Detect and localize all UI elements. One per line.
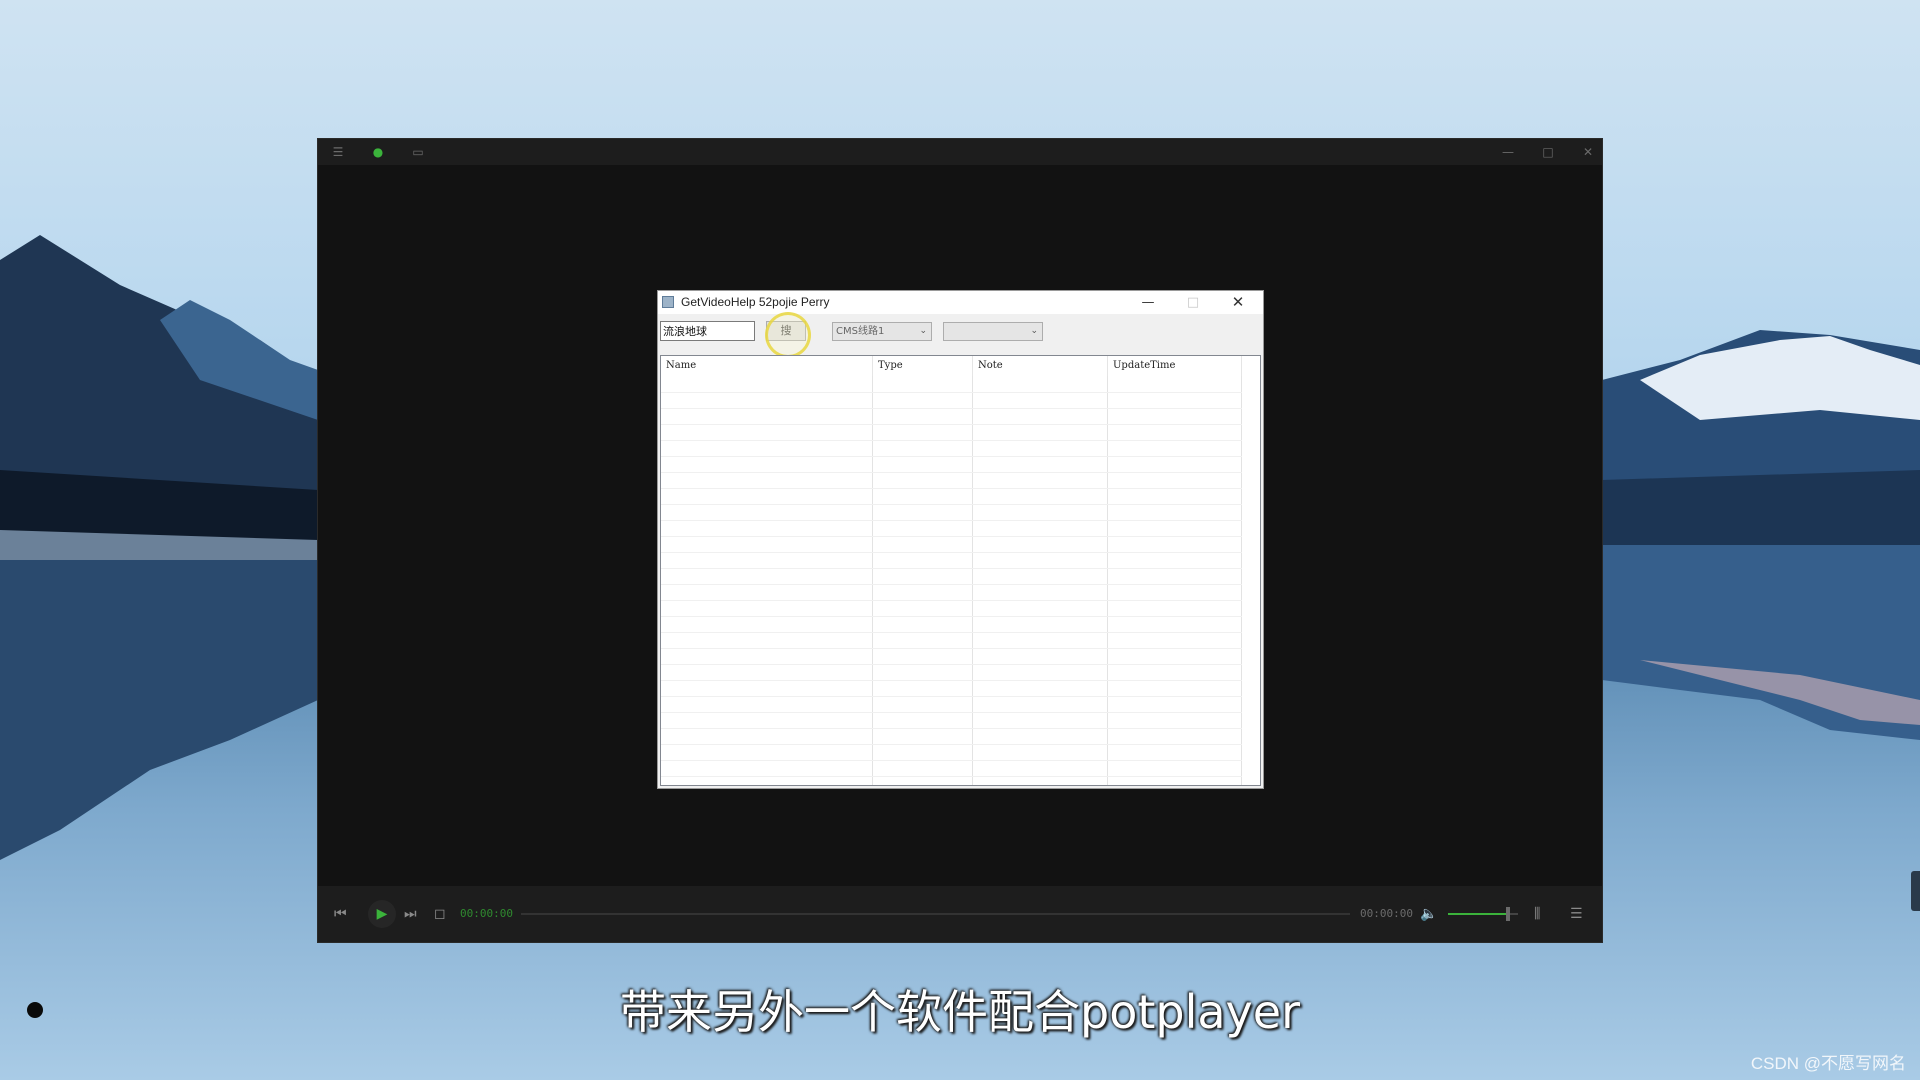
volume-slider[interactable] bbox=[1448, 907, 1518, 921]
source-combo-value: CMS线路1 bbox=[836, 326, 885, 337]
row-gridline bbox=[661, 744, 1242, 745]
player-titlebar: ☰ ● ▭ — □ ✕ bbox=[318, 139, 1602, 165]
dialog-minimize-icon[interactable]: — bbox=[1126, 291, 1170, 314]
menu-icon[interactable]: ☰ bbox=[330, 144, 346, 160]
close-icon[interactable]: ✕ bbox=[1580, 144, 1596, 160]
row-gridline bbox=[661, 424, 1242, 425]
next-icon[interactable]: ⏭ bbox=[404, 906, 417, 922]
row-gridline bbox=[661, 648, 1242, 649]
play-icon[interactable]: ▶ bbox=[368, 900, 396, 928]
row-gridline bbox=[661, 680, 1242, 681]
column-type[interactable]: Type bbox=[873, 356, 973, 376]
row-gridline bbox=[661, 440, 1242, 441]
dialog-close-icon[interactable]: ✕ bbox=[1216, 291, 1260, 314]
equalizer-icon[interactable]: ⫼ bbox=[1534, 906, 1540, 922]
row-gridline bbox=[661, 616, 1242, 617]
column-divider bbox=[872, 376, 873, 785]
list-header: Name Type Note UpdateTime bbox=[661, 356, 1256, 376]
side-tab[interactable] bbox=[1911, 871, 1920, 911]
row-gridline bbox=[661, 760, 1242, 761]
column-note[interactable]: Note bbox=[973, 356, 1108, 376]
row-gridline bbox=[661, 568, 1242, 569]
row-gridline bbox=[661, 552, 1242, 553]
dialog-title: GetVideoHelp 52pojie Perry bbox=[681, 295, 830, 309]
row-gridline bbox=[661, 456, 1242, 457]
minimize-icon[interactable]: — bbox=[1500, 144, 1516, 160]
column-name[interactable]: Name bbox=[661, 356, 873, 376]
row-gridline bbox=[661, 488, 1242, 489]
row-gridline bbox=[661, 776, 1242, 777]
previous-icon[interactable]: ⏮ bbox=[334, 906, 347, 922]
results-list[interactable]: Name Type Note UpdateTime bbox=[660, 355, 1261, 786]
pin-icon[interactable]: ● bbox=[370, 144, 386, 160]
episode-combo[interactable]: ⌄ bbox=[943, 322, 1043, 341]
row-gridline bbox=[661, 472, 1242, 473]
source-combo[interactable]: CMS线路1 ⌄ bbox=[832, 322, 932, 341]
video-subtitle: 带来另外一个软件配合potplayer bbox=[620, 985, 1300, 1039]
seek-bar[interactable] bbox=[521, 913, 1350, 915]
total-time: 00:00:00 bbox=[1360, 907, 1413, 920]
row-gridline bbox=[661, 536, 1242, 537]
row-gridline bbox=[661, 520, 1242, 521]
getvideohelp-dialog: GetVideoHelp 52pojie Perry — □ ✕ 流浪地球 搜 … bbox=[658, 291, 1263, 788]
column-divider bbox=[1107, 376, 1108, 785]
chevron-down-icon: ⌄ bbox=[919, 326, 927, 336]
stop-icon[interactable]: ◻ bbox=[434, 906, 446, 922]
search-input[interactable]: 流浪地球 bbox=[660, 321, 755, 341]
volume-icon[interactable]: 🔈 bbox=[1420, 906, 1437, 922]
chevron-down-icon: ⌄ bbox=[1030, 326, 1038, 336]
csdn-watermark: CSDN @不愿写网名 bbox=[1750, 1054, 1906, 1073]
column-divider bbox=[1241, 376, 1242, 785]
screen-icon[interactable]: ▭ bbox=[410, 144, 426, 160]
row-gridline bbox=[661, 632, 1242, 633]
row-gridline bbox=[661, 696, 1242, 697]
column-divider bbox=[972, 376, 973, 785]
volume-fill bbox=[1448, 913, 1508, 915]
maximize-icon[interactable]: □ bbox=[1540, 144, 1556, 160]
current-time: 00:00:00 bbox=[460, 907, 513, 920]
column-updatetime[interactable]: UpdateTime bbox=[1108, 356, 1242, 376]
volume-knob[interactable] bbox=[1505, 907, 1510, 921]
row-gridline bbox=[661, 392, 1242, 393]
app-icon bbox=[662, 296, 674, 308]
row-gridline bbox=[661, 728, 1242, 729]
cursor-highlight bbox=[765, 312, 811, 358]
row-gridline bbox=[661, 504, 1242, 505]
playlist-icon[interactable]: ☰ bbox=[1570, 906, 1583, 922]
row-gridline bbox=[661, 664, 1242, 665]
dialog-maximize-icon: □ bbox=[1186, 295, 1200, 310]
playback-controls: ⏮ ▶ ⏭ ◻ 00:00:00 00:00:00 🔈 ⫼ ☰ bbox=[318, 886, 1602, 942]
dot-marker bbox=[27, 1002, 43, 1018]
row-gridline bbox=[661, 408, 1242, 409]
row-gridline bbox=[661, 712, 1242, 713]
row-gridline bbox=[661, 600, 1242, 601]
row-gridline bbox=[661, 584, 1242, 585]
dialog-titlebar: GetVideoHelp 52pojie Perry — □ ✕ bbox=[658, 291, 1263, 314]
dialog-toolbar: 流浪地球 搜 CMS线路1 ⌄ ⌄ bbox=[658, 312, 1263, 358]
